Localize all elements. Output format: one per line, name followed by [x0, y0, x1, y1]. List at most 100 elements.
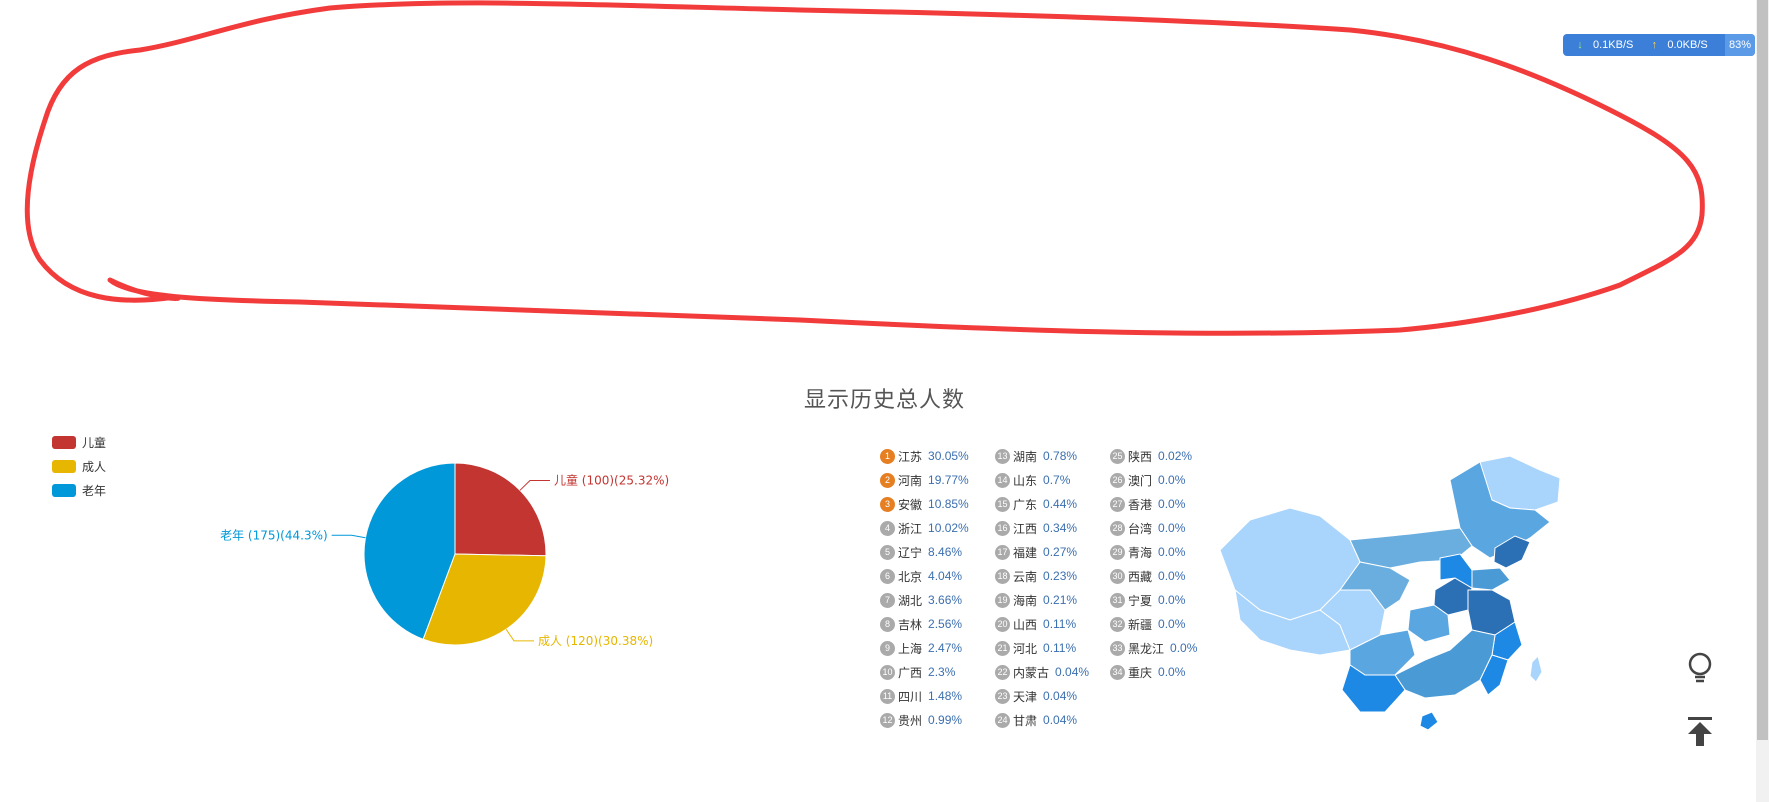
- ranking-province: 云南: [1013, 569, 1038, 584]
- ranking-province: 西藏: [1128, 569, 1153, 584]
- ranking-row: 27 香港 0.0%: [1110, 492, 1197, 516]
- ranking-percent: 0.21%: [1043, 593, 1078, 607]
- ranking-percent: 0.0%: [1158, 617, 1186, 631]
- ranking-row: 13 湖南 0.78%: [995, 444, 1089, 468]
- map-region-shandong: [1471, 567, 1511, 591]
- ranking-row: 17 福建 0.27%: [995, 540, 1089, 564]
- ranking-number: 17: [995, 544, 1010, 560]
- ranking-column-3: 25 陕西 0.02% 26 澳门 0.0% 27 香港 0.0% 28 台湾 0.0% 29 青海 0.0…: [1110, 444, 1197, 684]
- ranking-number: 5: [880, 544, 895, 560]
- ranking-percent: 0.0%: [1158, 473, 1186, 487]
- pie-data-label-2: 老年 (175)(44.3%): [220, 528, 328, 542]
- pie-slice-0[interactable]: [454, 462, 547, 557]
- ranking-percent: 30.05%: [928, 449, 969, 463]
- ranking-percent: 2.56%: [928, 617, 963, 631]
- ranking-row: 3 安徽 10.85%: [880, 492, 969, 516]
- ranking-row: 31 宁夏 0.0%: [1110, 588, 1197, 612]
- ranking-percent: 0.34%: [1043, 521, 1078, 535]
- ranking-row: 7 湖北 3.66%: [880, 588, 969, 612]
- ranking-province: 四川: [898, 689, 923, 704]
- ranking-row: 18 云南 0.23%: [995, 564, 1089, 588]
- ranking-percent: 10.02%: [928, 521, 969, 535]
- ranking-number: 15: [995, 496, 1010, 512]
- ranking-percent: 10.85%: [928, 497, 969, 511]
- ranking-percent: 0.04%: [1055, 665, 1090, 679]
- pie-label-line-2: [331, 534, 366, 539]
- ranking-percent: 2.3%: [928, 665, 956, 679]
- ranking-number: 18: [995, 568, 1010, 584]
- ranking-province: 黑龙江: [1128, 641, 1165, 656]
- ranking-percent: 0.23%: [1043, 569, 1078, 583]
- map-region-hainan: [1419, 711, 1439, 731]
- ranking-number: 32: [1110, 616, 1125, 632]
- pie-label-line-1: [505, 629, 534, 642]
- ranking-province: 湖南: [1013, 449, 1038, 464]
- lightbulb-icon: [1688, 652, 1712, 683]
- ranking-percent: 0.99%: [928, 713, 963, 727]
- ranking-province: 内蒙古: [1013, 665, 1050, 680]
- ranking-row: 15 广东 0.44%: [995, 492, 1089, 516]
- ranking-number: 10: [880, 664, 895, 680]
- ranking-row: 21 河北 0.11%: [995, 636, 1089, 660]
- ranking-number: 12: [880, 712, 895, 728]
- ranking-number: 28: [1110, 520, 1125, 536]
- ranking-row: 16 江西 0.34%: [995, 516, 1089, 540]
- ranking-province: 江西: [1013, 521, 1038, 536]
- pie-data-label-1: 成人 (120)(30.38%): [538, 634, 653, 648]
- ranking-row: 11 四川 1.48%: [880, 684, 969, 708]
- ranking-percent: 0.0%: [1158, 497, 1186, 511]
- ranking-number: 20: [995, 616, 1010, 632]
- tips-button[interactable]: [1683, 650, 1717, 684]
- ranking-percent: 0.11%: [1043, 641, 1077, 655]
- ranking-number: 27: [1110, 496, 1125, 512]
- ranking-province: 海南: [1013, 593, 1038, 608]
- ranking-number: 23: [995, 688, 1010, 704]
- ranking-number: 33: [1110, 640, 1125, 656]
- ranking-row: 29 青海 0.0%: [1110, 540, 1197, 564]
- ranking-province: 陕西: [1128, 449, 1153, 464]
- ranking-percent: 0.0%: [1158, 569, 1186, 583]
- ranking-percent: 0.78%: [1043, 449, 1078, 463]
- back-to-top-button[interactable]: [1683, 714, 1717, 748]
- ranking-percent: 0.27%: [1043, 545, 1078, 559]
- ranking-province: 江苏: [898, 449, 923, 464]
- ranking-province: 新疆: [1128, 617, 1153, 632]
- pie-label-line-0: [519, 479, 550, 491]
- ranking-percent: 8.46%: [928, 545, 963, 559]
- ranking-number: 22: [995, 664, 1010, 680]
- ranking-number: 25: [1110, 448, 1125, 464]
- ranking-province: 山西: [1013, 617, 1038, 632]
- ranking-number: 2: [880, 472, 895, 488]
- ranking-row: 20 山西 0.11%: [995, 612, 1089, 636]
- ranking-number: 24: [995, 712, 1010, 728]
- ranking-number: 21: [995, 640, 1010, 656]
- ranking-number: 4: [880, 520, 895, 536]
- ranking-percent: 0.0%: [1170, 641, 1198, 655]
- ranking-row: 28 台湾 0.0%: [1110, 516, 1197, 540]
- ranking-number: 14: [995, 472, 1010, 488]
- ranking-province: 青海: [1128, 545, 1153, 560]
- ranking-row: 34 重庆 0.0%: [1110, 660, 1197, 684]
- china-map: [1219, 455, 1561, 731]
- ranking-province: 北京: [898, 569, 923, 584]
- ranking-province: 山东: [1013, 473, 1038, 488]
- ranking-row: 12 贵州 0.99%: [880, 708, 969, 732]
- ranking-percent: 0.7%: [1043, 473, 1071, 487]
- ranking-percent: 0.0%: [1158, 593, 1186, 607]
- ranking-province: 广西: [898, 665, 923, 680]
- ranking-row: 5 辽宁 8.46%: [880, 540, 969, 564]
- ranking-province: 重庆: [1128, 665, 1153, 680]
- ranking-province: 澳门: [1128, 473, 1153, 488]
- ranking-percent: 0.11%: [1043, 617, 1077, 631]
- ranking-row: 23 天津 0.04%: [995, 684, 1089, 708]
- ranking-column-1: 1 江苏 30.05% 2 河南 19.77% 3 安徽 10.85% 4 浙江 10.02% 5 辽宁 8…: [880, 444, 969, 732]
- ranking-province: 香港: [1128, 497, 1153, 512]
- ranking-row: 32 新疆 0.0%: [1110, 612, 1197, 636]
- ranking-province: 辽宁: [898, 545, 923, 560]
- ranking-number: 11: [880, 688, 895, 704]
- ranking-number: 8: [880, 616, 895, 632]
- ranking-number: 1: [880, 448, 895, 464]
- ranking-percent: 0.04%: [1043, 713, 1078, 727]
- ranking-number: 30: [1110, 568, 1125, 584]
- ranking-number: 9: [880, 640, 895, 656]
